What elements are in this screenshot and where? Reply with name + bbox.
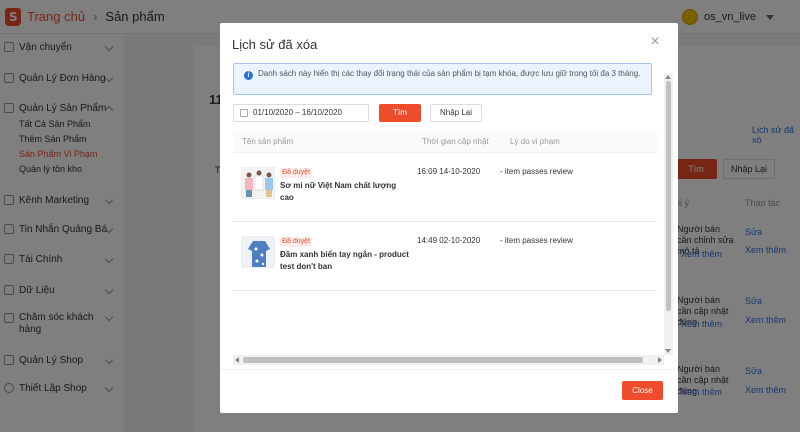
date-range-value: 01/10/2020 – 16/10/2020 <box>253 108 342 117</box>
history-table: Tên sản phẩm Thời gian cập nhật Lý do vi… <box>233 131 664 387</box>
close-button[interactable]: Close <box>622 381 663 400</box>
product-name: Đầm xanh biển tay ngắn - product test do… <box>280 250 409 271</box>
calendar-icon <box>240 109 248 117</box>
table-row: Đã duyệt Sơ mi nữ Việt Nam chất lượng ca… <box>233 153 657 222</box>
close-icon[interactable]: × <box>648 34 662 50</box>
find-button[interactable]: Tìm <box>379 104 421 122</box>
column-header-updated: Thời gian cập nhật <box>422 137 489 146</box>
scroll-right-arrow-icon[interactable] <box>658 357 662 363</box>
violation-reason: - item passes review <box>500 236 573 245</box>
column-header-reason: Lý do vi phạm <box>510 137 560 146</box>
horizontal-scroll-thumb[interactable] <box>243 357 643 363</box>
notice-text: Danh sách này hiển thị các thay đổi trạn… <box>258 69 641 78</box>
product-name: Sơ mi nữ Việt Nam chất lượng cao <box>280 181 397 202</box>
info-icon: i <box>244 71 253 80</box>
reset-button[interactable]: Nhập Lại <box>430 104 482 122</box>
column-header-product: Tên sản phẩm <box>242 137 294 146</box>
vertical-scroll-thumb[interactable] <box>666 81 671 311</box>
scroll-left-arrow-icon[interactable] <box>235 357 239 363</box>
updated-time: 14:49 02-10-2020 <box>417 236 481 245</box>
vertical-scrollbar[interactable] <box>664 73 673 355</box>
info-notice: i Danh sách này hiển thị các thay đổi tr… <box>233 63 652 95</box>
modal-title: Lịch sử đã xóa <box>232 37 318 52</box>
footer-divider <box>220 369 678 370</box>
product-thumbnail <box>241 236 275 268</box>
date-range-picker[interactable]: 01/10/2020 – 16/10/2020 <box>233 104 369 122</box>
updated-time: 16:09 14-10-2020 <box>417 167 481 176</box>
scroll-down-arrow-icon[interactable] <box>665 349 671 353</box>
status-badge: Đã duyệt <box>280 237 313 247</box>
table-header: Tên sản phẩm Thời gian cập nhật Lý do vi… <box>233 131 657 153</box>
scroll-up-arrow-icon[interactable] <box>665 75 671 79</box>
horizontal-scrollbar[interactable] <box>233 355 664 365</box>
status-badge: Đã duyệt <box>280 168 313 178</box>
product-thumbnail <box>241 167 275 199</box>
violation-reason: - item passes review <box>500 167 573 176</box>
deleted-history-modal: Lịch sử đã xóa × i Danh sách này hiển th… <box>220 23 678 413</box>
table-row: Đã duyệt Đầm xanh biển tay ngắn - produc… <box>233 222 657 291</box>
